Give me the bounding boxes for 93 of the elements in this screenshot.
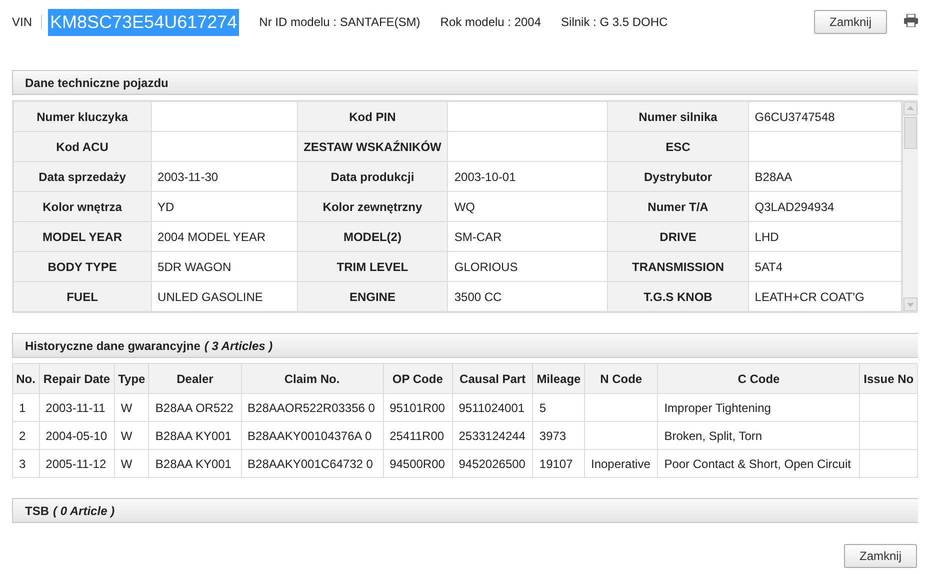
section-title: Historyczne dane gwarancyjne: [25, 338, 200, 354]
article-count: ( 0 Article ): [53, 502, 115, 520]
table-cell: W: [114, 450, 149, 478]
vin-number: KM8SC73E54U617274: [48, 8, 240, 36]
field-value: GLORIOUS: [448, 252, 608, 282]
scroll-down-icon[interactable]: [903, 297, 918, 312]
field-value: SM-CAR: [448, 222, 608, 252]
field-label: DRIVE: [608, 222, 748, 252]
print-icon[interactable]: [904, 14, 918, 26]
section-title: Dane techniczne pojazdu: [25, 74, 168, 92]
column-header: OP Code: [383, 364, 452, 394]
model-info: Nr ID modelu : SANTAFE(SM): [259, 14, 420, 31]
field-label: TRANSMISSION: [608, 252, 748, 282]
table-cell: 25411R00: [383, 422, 452, 450]
close-button[interactable]: Zamknij: [814, 10, 887, 34]
column-header: Mileage: [532, 364, 584, 394]
field-label: Kod PIN: [297, 102, 448, 132]
field-value: 3500 CC: [448, 282, 608, 312]
field-label: ESC: [608, 132, 748, 162]
field-label: ENGINE: [297, 282, 448, 312]
field-label: TRIM LEVEL: [297, 252, 448, 282]
field-value: LHD: [748, 222, 902, 252]
field-value: 5AT4: [748, 252, 902, 282]
field-value: Q3LAD294934: [748, 192, 902, 222]
table-cell: B28AA OR522: [148, 394, 242, 422]
table-cell: Improper Tightening: [658, 394, 860, 422]
field-label: MODEL(2): [297, 222, 448, 252]
field-value: B28AA: [748, 162, 902, 192]
field-value: LEATH+CR COAT'G: [748, 282, 902, 312]
table-cell: 2: [12, 422, 40, 450]
table-cell: 3973: [532, 422, 584, 450]
table-cell: B28AAKY00104376A 0: [241, 422, 384, 450]
column-header: Repair Date: [39, 364, 114, 394]
table-cell: Inoperative: [584, 450, 658, 478]
field-value: 5DR WAGON: [151, 252, 298, 282]
scrollbar[interactable]: [902, 101, 918, 312]
table-cell: Broken, Split, Torn: [658, 422, 860, 450]
scroll-thumb[interactable]: [904, 117, 917, 149]
field-label: MODEL YEAR: [14, 222, 152, 252]
article-count: ( 3 Articles ): [204, 338, 273, 354]
close-button[interactable]: Zamknij: [844, 544, 917, 568]
field-value: YD: [151, 192, 298, 222]
table-cell: W: [114, 422, 149, 450]
table-cell: B28AA KY001: [148, 422, 242, 450]
field-value: UNLED GASOLINE: [151, 282, 298, 312]
table-cell: 2004-05-10: [39, 422, 114, 450]
table-cell: 2003-11-11: [39, 394, 114, 422]
field-value: 2003-10-01: [448, 162, 608, 192]
column-header: No.: [12, 364, 40, 394]
field-label: BODY TYPE: [14, 252, 152, 282]
field-label: FUEL: [14, 282, 152, 312]
column-header: Issue No: [860, 364, 918, 394]
table-cell: 9511024001: [452, 394, 533, 422]
field-label: Kolor zewnętrzny: [297, 192, 448, 222]
column-header: C Code: [658, 364, 860, 394]
table-cell: W: [114, 394, 149, 422]
model-info: Rok modelu : 2004: [440, 14, 542, 31]
field-label: Data produkcji: [297, 162, 448, 192]
vin-label: VIN: [12, 15, 42, 29]
table-cell: 9452026500: [452, 450, 533, 478]
field-label: ZESTAW WSKAŹNIKÓW: [297, 132, 448, 162]
field-label: Kolor wnętrza: [14, 192, 152, 222]
column-header: Type: [114, 364, 149, 394]
table-cell: 2533124244: [452, 422, 533, 450]
column-header: Dealer: [148, 364, 242, 394]
field-value: G6CU3747548: [748, 102, 902, 132]
table-cell: 2005-11-12: [39, 450, 114, 478]
column-header: Causal Part: [452, 364, 533, 394]
column-header: Claim No.: [241, 364, 384, 394]
table-cell: 94500R00: [383, 450, 452, 478]
field-label: Numer silnika: [608, 102, 748, 132]
field-label: Numer kluczyka: [14, 102, 152, 132]
section-title: TSB: [25, 502, 49, 520]
scroll-up-icon[interactable]: [903, 101, 918, 116]
field-label: Kod ACU: [14, 132, 152, 162]
table-cell: 95101R00: [383, 394, 452, 422]
field-label: T.G.S KNOB: [608, 282, 748, 312]
model-info: Silnik : G 3.5 DOHC: [561, 14, 668, 31]
field-value: 2004 MODEL YEAR: [151, 222, 298, 252]
table-cell: B28AAKY001C64732 0: [241, 450, 384, 478]
field-value: 2003-11-30: [151, 162, 298, 192]
column-header: N Code: [584, 364, 658, 394]
field-value: WQ: [448, 192, 608, 222]
table-cell: 5: [532, 394, 584, 422]
field-label: Dystrybutor: [608, 162, 748, 192]
table-cell: 3: [12, 450, 40, 478]
table-cell: 19107: [532, 450, 584, 478]
table-cell: B28AA KY001: [148, 450, 242, 478]
table-cell: 1: [12, 394, 40, 422]
table-cell: B28AAOR522R03356 0: [241, 394, 384, 422]
field-label: Numer T/A: [608, 192, 748, 222]
field-label: Data sprzedaży: [14, 162, 152, 192]
table-cell: Poor Contact & Short, Open Circuit: [658, 450, 860, 478]
